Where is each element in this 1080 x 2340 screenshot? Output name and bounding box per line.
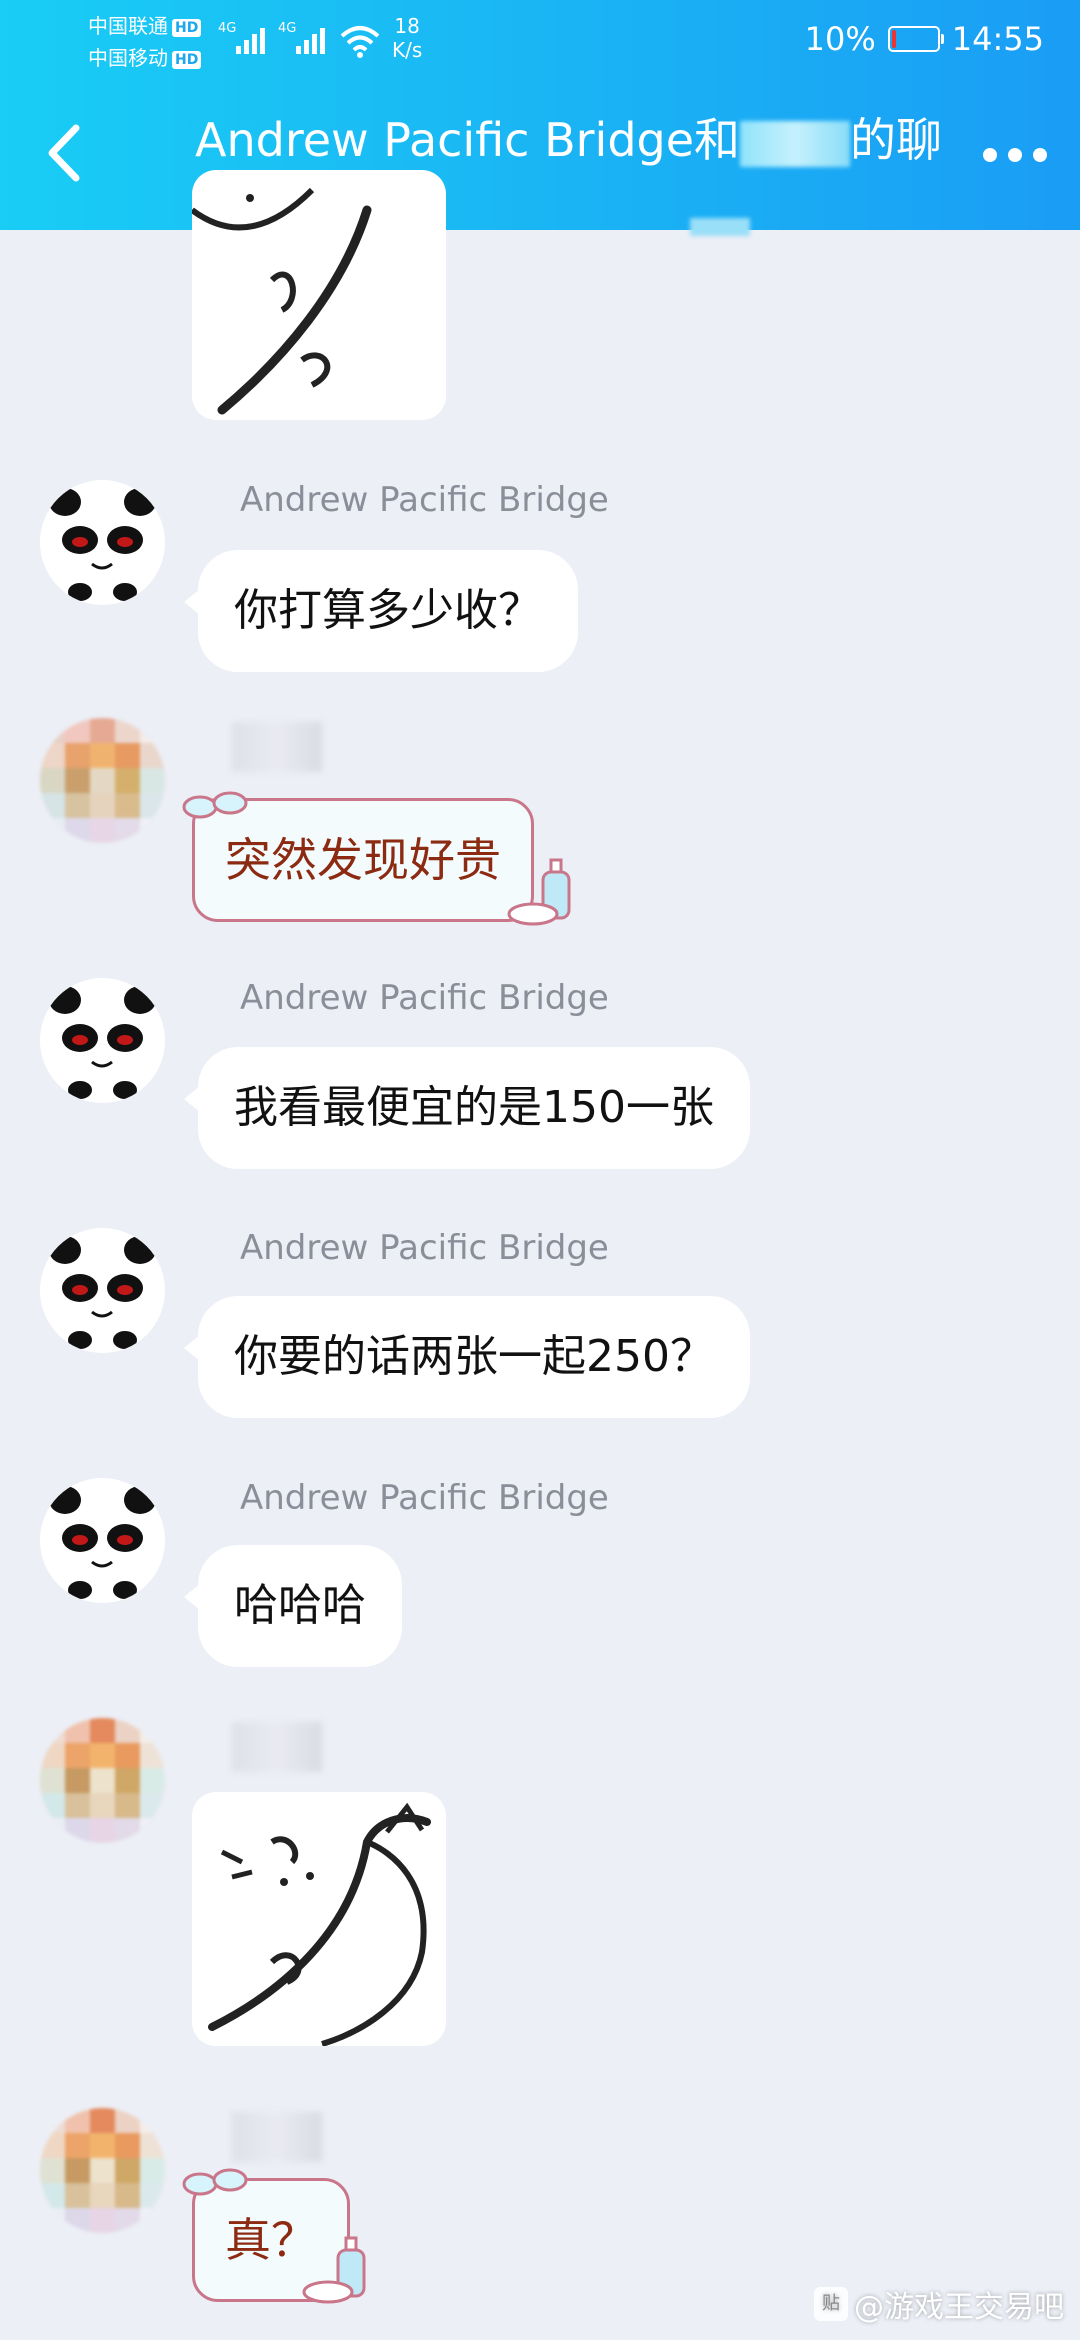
sender-name: Andrew Pacific Bridge bbox=[240, 978, 609, 1018]
status-right: 10% 14:55 bbox=[805, 20, 1044, 58]
message-bubble[interactable]: 你要的话两张一起250？ bbox=[184, 1296, 750, 1418]
redacted-name bbox=[740, 120, 851, 167]
goggles-icon bbox=[182, 791, 248, 819]
carrier-unicom: 中国联通 bbox=[88, 14, 168, 38]
sticker-drawing bbox=[208, 1802, 431, 2046]
wifi-icon bbox=[340, 26, 380, 58]
avatar-user[interactable] bbox=[40, 1718, 165, 1843]
sender-name: Andrew Pacific Bridge bbox=[240, 1228, 609, 1268]
chat-title-suffix: 的聊 bbox=[850, 113, 943, 167]
soap-bottle-icon bbox=[507, 858, 571, 926]
signal-icon: 4G bbox=[218, 21, 265, 54]
panda-avatar-icon bbox=[40, 1228, 164, 1352]
back-arrow-icon[interactable] bbox=[40, 118, 90, 188]
clock: 14:55 bbox=[951, 20, 1044, 58]
avatar-panda[interactable] bbox=[40, 480, 165, 605]
net-speed: 18 K/s bbox=[392, 14, 422, 62]
redacted-sender-name bbox=[232, 2112, 322, 2162]
chat-header: 中国联通 HD 中国移动 HD 4G 4G 18 K/s 10% 14:55 And… bbox=[0, 0, 1080, 230]
hd-badge: HD bbox=[172, 50, 202, 69]
net-type-label: 4G bbox=[218, 21, 236, 36]
sticker-image[interactable] bbox=[192, 170, 446, 420]
avatar-panda[interactable] bbox=[40, 978, 165, 1103]
battery-fill bbox=[891, 30, 897, 48]
message-bubble[interactable]: 我看最便宜的是150一张 bbox=[184, 1047, 750, 1169]
redacted-sender-name bbox=[232, 1722, 322, 1772]
panda-avatar-icon bbox=[40, 480, 164, 604]
tieba-icon: 贴 bbox=[814, 2287, 848, 2321]
carrier-mobile: 中国移动 bbox=[88, 46, 168, 70]
soap-bottle-icon bbox=[302, 2236, 366, 2304]
message-bubble[interactable]: 你打算多少收？ bbox=[184, 550, 578, 672]
watermark-text: @游戏王交易吧 bbox=[854, 2290, 1064, 2325]
redacted-name bbox=[690, 218, 750, 236]
more-options-icon[interactable] bbox=[980, 135, 1050, 175]
sender-name: Andrew Pacific Bridge bbox=[240, 480, 609, 520]
message-text: 突然发现好贵 bbox=[225, 833, 501, 887]
sticker-drawing bbox=[192, 187, 372, 415]
panda-avatar-icon bbox=[40, 1478, 164, 1602]
avatar-panda[interactable] bbox=[40, 1228, 165, 1353]
battery-icon bbox=[887, 26, 944, 52]
hd-badge: HD bbox=[172, 18, 202, 37]
signal-icon: 4G bbox=[278, 21, 325, 54]
carrier-info: 中国联通 HD 中国移动 HD bbox=[88, 10, 202, 74]
chat-title-prefix: Andrew Pacific Bridge和 bbox=[195, 113, 741, 167]
net-speed-unit: K/s bbox=[392, 38, 423, 62]
battery-percent: 10% bbox=[804, 20, 876, 58]
message-bubble[interactable]: 哈哈哈 bbox=[184, 1545, 402, 1667]
avatar-panda[interactable] bbox=[40, 1478, 165, 1603]
net-speed-value: 18 bbox=[394, 14, 420, 38]
chat-title: Andrew Pacific Bridge和 的聊 bbox=[195, 110, 942, 170]
sender-name: Andrew Pacific Bridge bbox=[240, 1478, 609, 1518]
watermark: 贴 @游戏王交易吧 bbox=[814, 2282, 1064, 2326]
goggles-icon bbox=[182, 2168, 248, 2196]
sticker-image[interactable] bbox=[192, 1792, 446, 2046]
net-type-label: 4G bbox=[278, 21, 296, 36]
panda-avatar-icon bbox=[40, 978, 164, 1102]
redacted-sender-name bbox=[232, 722, 322, 772]
avatar-user[interactable] bbox=[40, 718, 165, 843]
avatar-user[interactable] bbox=[40, 2108, 165, 2233]
